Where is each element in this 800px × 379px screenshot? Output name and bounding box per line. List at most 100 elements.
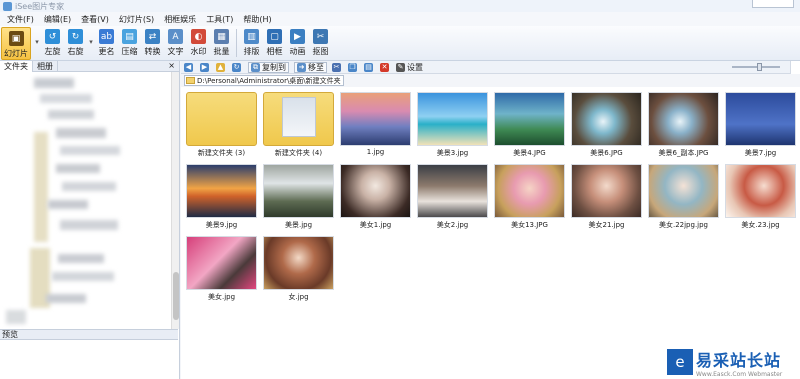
file-thumbnail[interactable]: 美景6_副本.JPG xyxy=(646,90,721,162)
file-thumbnail[interactable]: 美女21.jpg xyxy=(569,162,644,234)
menu-tools[interactable]: 工具(T) xyxy=(201,14,238,25)
watermark-sub: Www.Easck.Com Webmaster xyxy=(696,370,783,378)
watermark-name: 易采站长站 xyxy=(696,350,782,370)
cutout-button[interactable]: ✂ 抠图 xyxy=(309,26,332,57)
menu-slideshow[interactable]: 幻灯片(S) xyxy=(114,14,159,25)
rename-label: 更名 xyxy=(98,47,115,56)
browser-toolbar: ◀ ▶ ▲ ↻ ⧉ 复制到 ➜ 移至 ✂ ❐ ▤ ✕ ✎ 设置 xyxy=(181,61,800,74)
menu-help[interactable]: 帮助(H) xyxy=(238,14,276,25)
animation-icon: ▶ xyxy=(290,29,305,44)
file-thumbnail[interactable]: 女.jpg xyxy=(261,234,336,306)
cut-button[interactable]: ✂ xyxy=(332,62,343,72)
file-thumbnail[interactable]: 美景6.JPG xyxy=(569,90,644,162)
tab-albums[interactable]: 相册 xyxy=(33,60,58,72)
file-name: 美景9.jpg xyxy=(205,221,238,229)
address-bar[interactable]: D:\Personal\Administrator\桌面\新建文件夹 xyxy=(184,75,344,86)
slideshow-button[interactable]: ▣ 幻灯片 xyxy=(1,27,31,60)
file-thumbnail[interactable]: 美景7.jpg xyxy=(723,90,798,162)
rotate-left-icon: ↺ xyxy=(45,29,60,44)
main-toolbar: ▣ 幻灯片 ▾ ↺ 左旋 ↻ 右旋 ▾ ab 更名 ▤ 压缩 ⇄ 转换 A 文字… xyxy=(0,26,800,61)
rotate-dropdown-icon[interactable]: ▾ xyxy=(87,26,95,46)
batch-label: 批量 xyxy=(213,47,230,56)
scroll-corner xyxy=(790,61,800,74)
file-thumbnail[interactable]: 美女.23.jpg xyxy=(723,162,798,234)
file-thumbnail[interactable]: 美景9.jpg xyxy=(184,162,259,234)
zoom-slider[interactable] xyxy=(732,63,780,71)
file-name: 女.jpg xyxy=(288,293,309,301)
file-thumbnail[interactable]: 新建文件夹 (4) xyxy=(261,90,336,162)
menu-edit[interactable]: 编辑(E) xyxy=(39,14,76,25)
file-name: 美女.jpg xyxy=(207,293,236,301)
tree-scrollbar[interactable] xyxy=(171,72,179,329)
refresh-icon: ↻ xyxy=(232,62,241,72)
watermark: e 易采站长站 Www.Easck.Com Webmaster xyxy=(663,345,800,379)
back-button[interactable]: ◀ xyxy=(184,62,195,72)
tree-scroll-thumb[interactable] xyxy=(173,272,179,320)
slideshow-label: 幻灯片 xyxy=(4,49,28,58)
paste-button[interactable]: ▤ xyxy=(364,62,375,72)
batch-button[interactable]: ▦ 批量 xyxy=(210,26,233,57)
close-icon[interactable]: × xyxy=(168,61,175,70)
watermark-label: 水印 xyxy=(190,47,207,56)
file-thumbnail[interactable]: 美景3.jpg xyxy=(415,90,490,162)
tab-folders[interactable]: 文件夹 xyxy=(0,60,33,72)
move-icon: ➜ xyxy=(297,62,306,72)
rotate-left-button[interactable]: ↺ 左旋 xyxy=(41,26,64,57)
layout-button[interactable]: ▥ 排版 xyxy=(240,26,263,57)
convert-label: 转换 xyxy=(144,47,161,56)
forward-button[interactable]: ▶ xyxy=(200,62,211,72)
copy-to-button[interactable]: ⧉ 复制到 xyxy=(248,61,289,73)
copy-button[interactable]: ❐ xyxy=(348,62,359,72)
file-name: 美景4.JPG xyxy=(513,149,546,157)
compress-label: 压缩 xyxy=(121,47,138,56)
menu-view[interactable]: 查看(V) xyxy=(76,14,114,25)
file-name: 1.jpg xyxy=(366,148,385,156)
thumbnail-image xyxy=(340,92,411,146)
file-name: 美景7.jpg xyxy=(744,149,777,157)
toolbar-divider xyxy=(236,29,237,57)
paste-icon: ▤ xyxy=(364,62,373,72)
menu-file[interactable]: 文件(F) xyxy=(2,14,39,25)
layout-icon: ▥ xyxy=(244,29,259,44)
file-thumbnail[interactable]: 美女1.jpg xyxy=(338,162,413,234)
frame-button[interactable]: ▢ 相框 xyxy=(263,26,286,57)
forward-arrow-icon: ▶ xyxy=(200,62,209,72)
file-thumbnail[interactable]: 美女.jpg xyxy=(184,234,259,306)
sidebar: 文件夹 相册 × 预览 xyxy=(0,60,180,379)
thumbnail-image xyxy=(725,164,796,218)
file-name: 美女.23.jpg xyxy=(741,221,780,229)
file-thumbnail[interactable]: 新建文件夹 (3) xyxy=(184,90,259,162)
file-thumbnail[interactable]: 美景4.JPG xyxy=(492,90,567,162)
slideshow-dropdown-icon[interactable]: ▾ xyxy=(33,26,41,46)
thumbnail-image xyxy=(340,164,411,218)
refresh-button[interactable]: ↻ xyxy=(232,62,243,72)
slideshow-icon: ▣ xyxy=(8,31,24,46)
animation-button[interactable]: ▶ 动画 xyxy=(286,26,309,57)
zoom-knob[interactable] xyxy=(757,63,762,71)
settings-button[interactable]: ✎ 设置 xyxy=(396,62,423,73)
file-thumbnail[interactable]: 美女13.JPG xyxy=(492,162,567,234)
delete-button[interactable]: ✕ xyxy=(380,62,391,72)
menu-frame-fun[interactable]: 相框娱乐 xyxy=(159,14,201,25)
file-name: 新建文件夹 (3) xyxy=(197,149,246,157)
menu-bar: 文件(F) 编辑(E) 查看(V) 幻灯片(S) 相框娱乐 工具(T) 帮助(H… xyxy=(0,12,800,26)
preview-header: 预览 xyxy=(0,329,178,340)
rotate-left-label: 左旋 xyxy=(44,47,61,56)
file-thumbnail[interactable]: 1.jpg xyxy=(338,90,413,162)
file-thumbnail[interactable]: 美女2.jpg xyxy=(415,162,490,234)
compress-button[interactable]: ▤ 压缩 xyxy=(118,26,141,57)
file-thumbnail[interactable]: 美景.jpg xyxy=(261,162,336,234)
up-folder-button[interactable]: ▲ xyxy=(216,62,227,72)
up-folder-icon: ▲ xyxy=(216,62,225,72)
convert-button[interactable]: ⇄ 转换 xyxy=(141,26,164,57)
rotate-right-button[interactable]: ↻ 右旋 xyxy=(64,26,87,57)
window-controls[interactable] xyxy=(752,0,794,8)
rename-icon: ab xyxy=(99,29,114,44)
text-button[interactable]: A 文字 xyxy=(164,26,187,57)
thumbnail-image xyxy=(648,92,719,146)
watermark-button[interactable]: ◐ 水印 xyxy=(187,26,210,57)
rename-button[interactable]: ab 更名 xyxy=(95,26,118,57)
file-thumbnail[interactable]: 美女.22jpg.jpg xyxy=(646,162,721,234)
folder-tree[interactable] xyxy=(0,72,178,329)
move-to-button[interactable]: ➜ 移至 xyxy=(294,61,327,73)
